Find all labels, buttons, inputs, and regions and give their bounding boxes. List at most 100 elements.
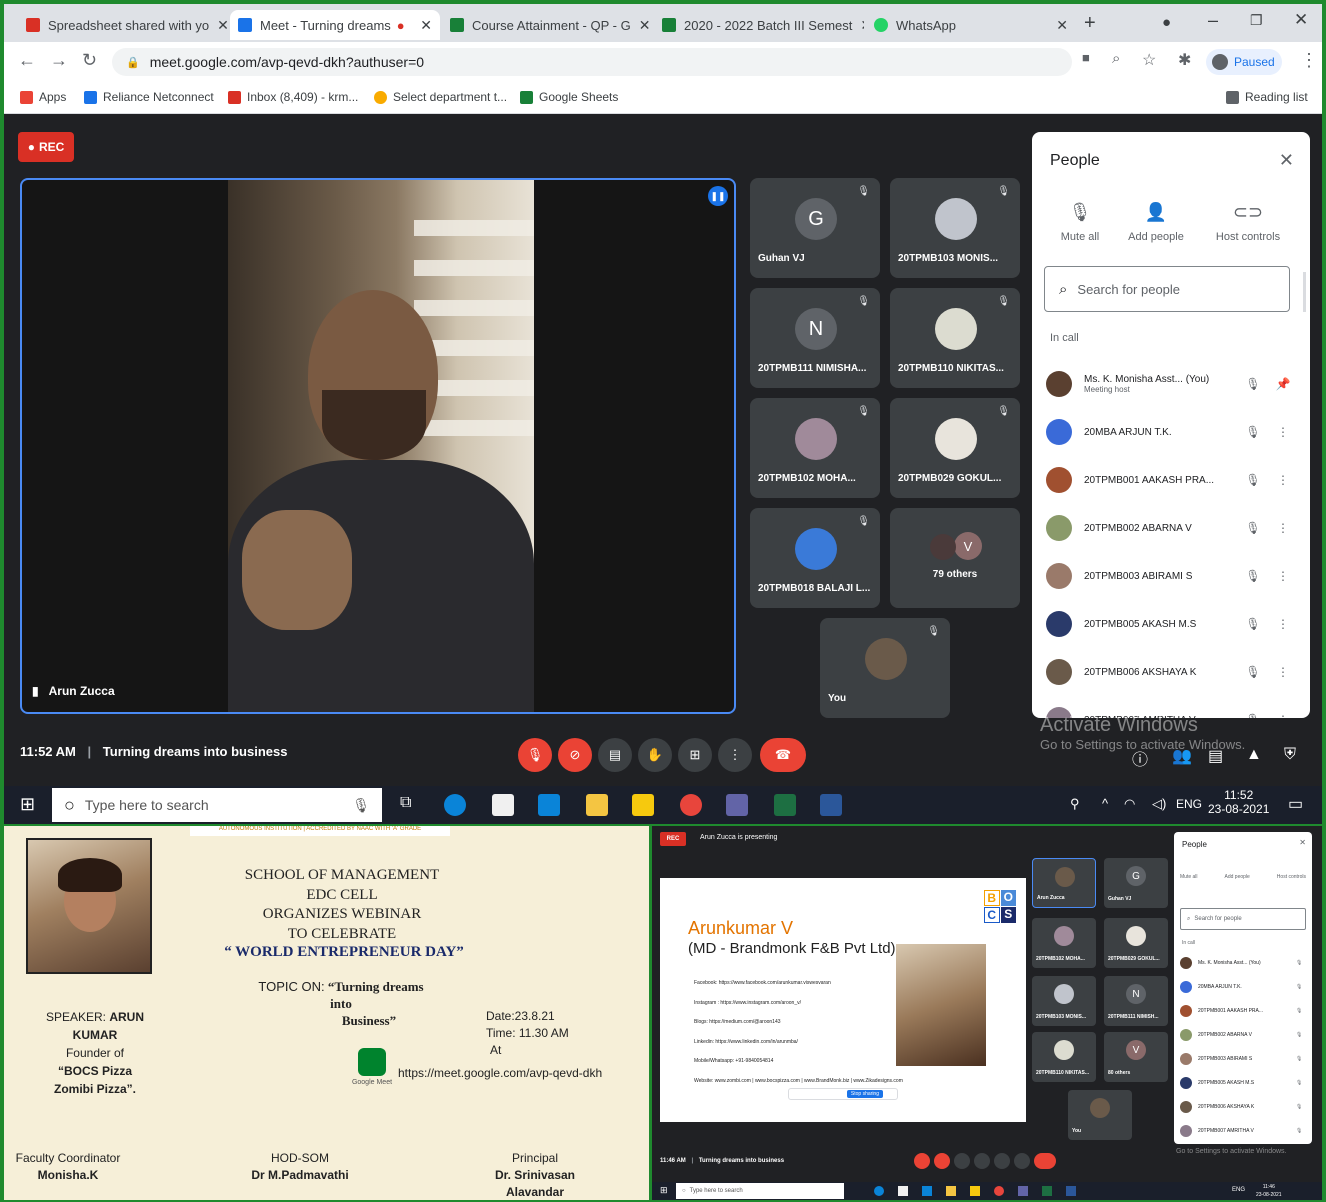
poster-meet-link[interactable]: https://meet.google.com/avp-qevd-dkh [398, 1066, 602, 1080]
tab-course-attainment[interactable]: Course Attainment - QP - G ✕ [442, 10, 652, 40]
participant-tile[interactable]: 🎙 20TPMB029 GOKUL... [890, 398, 1020, 498]
store-icon[interactable] [492, 794, 514, 816]
participant-tile[interactable]: 🎙 20TPMB102 MOHA... [750, 398, 880, 498]
muted-mic-icon[interactable]: 🎙 [1238, 569, 1268, 583]
store-icon[interactable] [898, 1186, 908, 1196]
close-icon[interactable]: ✕ [1299, 838, 1306, 847]
mic-toggle-button[interactable]: 🎙 [518, 738, 552, 772]
shield-icon[interactable]: ⛨ [1284, 746, 1296, 764]
tab-meet[interactable]: Meet - Turning dreams ● ✕ [230, 10, 440, 40]
participant-tile[interactable]: Arun Zucca [1032, 858, 1096, 908]
windows-start-icon[interactable]: ⊞ [660, 1185, 668, 1196]
menu-kebab-icon[interactable]: ⋮ [1300, 50, 1318, 71]
mute-all-button[interactable]: 🎙 Mute all [1040, 202, 1120, 243]
notification-icon[interactable]: ▭ [1288, 794, 1303, 814]
mail-icon[interactable] [538, 794, 560, 816]
hand-icon[interactable] [974, 1153, 990, 1169]
muted-mic-icon[interactable]: 🎙 [1238, 665, 1268, 679]
captions-button[interactable]: ▤ [598, 738, 632, 772]
speaker-video[interactable]: ❚❚ ▮ Arun Zucca [20, 178, 736, 714]
search-people-input[interactable]: ⌕ Search for people [1044, 266, 1290, 312]
taskbar-search-input[interactable]: ○ Type here to search 🎙 [52, 788, 382, 822]
profile-button[interactable]: Paused [1206, 49, 1282, 75]
language-indicator[interactable]: ENG [1176, 797, 1202, 811]
participant-row[interactable]: 20TPMB003 ABIRAMI S 🎙 ⋮ [1046, 554, 1298, 598]
close-icon[interactable]: ✕ [852, 17, 864, 34]
captions-icon[interactable] [954, 1153, 970, 1169]
muted-mic-icon[interactable]: 🎙 [1296, 984, 1308, 990]
participant-tile[interactable]: 🎙 20TPMB103 MONIS... [890, 178, 1020, 278]
chrome-icon[interactable] [680, 794, 702, 816]
mic-off-icon[interactable] [914, 1153, 930, 1169]
extensions-icon[interactable]: ✱ [1178, 50, 1191, 70]
url-input[interactable]: 🔒 meet.google.com/avp-qevd-dkh?authuser=… [112, 48, 1072, 76]
people-tray-icon[interactable]: ⚲ [1070, 796, 1080, 812]
muted-mic-icon[interactable]: 🎙 [1296, 960, 1308, 966]
raise-hand-button[interactable]: ✋ [638, 738, 672, 772]
word-icon[interactable] [820, 794, 842, 816]
close-window-button[interactable]: ✕ [1294, 10, 1308, 30]
camera-off-icon[interactable] [934, 1153, 950, 1169]
wifi-icon[interactable]: ◠ [1124, 796, 1135, 812]
muted-mic-icon[interactable]: 🎙 [1238, 377, 1268, 391]
chevron-up-icon[interactable]: ^ [1102, 796, 1108, 811]
excel-icon[interactable] [774, 794, 796, 816]
participant-tile[interactable]: 🎙 G Guhan VJ [750, 178, 880, 278]
menu-kebab-icon[interactable]: ⋮ [1268, 665, 1298, 679]
menu-kebab-icon[interactable]: ⋮ [1268, 617, 1298, 631]
participant-tile[interactable]: 20TPMB103 MONIS... [1032, 976, 1096, 1026]
star-icon[interactable]: ☆ [1142, 50, 1156, 70]
participant-row[interactable]: 20TPMB002 ABARNA V 🎙 ⋮ [1046, 506, 1298, 550]
edge-icon[interactable] [874, 1186, 884, 1196]
chrome-icon[interactable] [994, 1186, 1004, 1196]
self-tile[interactable]: 🎙 You [820, 618, 950, 718]
muted-mic-icon[interactable]: 🎙 [1238, 473, 1268, 487]
sticky-notes-icon[interactable] [632, 794, 654, 816]
hang-up-icon[interactable] [1034, 1153, 1056, 1169]
close-icon[interactable]: ✕ [412, 17, 432, 34]
taskbar-clock[interactable]: 11:46 23-08-2021 [1256, 1183, 1282, 1199]
muted-mic-icon[interactable]: 🎙 [1296, 1008, 1308, 1014]
muted-mic-icon[interactable]: 🎙 [1296, 1080, 1308, 1086]
participant-row[interactable]: Ms. K. Monisha Asst... (You) 🎙 [1180, 952, 1308, 974]
bookmark-apps[interactable]: Apps [20, 90, 66, 104]
restore-button[interactable]: ❐ [1250, 12, 1263, 29]
menu-kebab-icon[interactable]: ⋮ [1268, 473, 1298, 487]
participant-row[interactable]: 20MBA ARJUN T.K. 🎙 ⋮ [1046, 410, 1298, 454]
muted-mic-icon[interactable]: 🎙 [1296, 1032, 1308, 1038]
taskbar-clock[interactable]: 11:52 23-08-2021 [1208, 788, 1269, 816]
participant-row[interactable]: 20TPMB002 ABARNA V 🎙 [1180, 1024, 1308, 1046]
participant-row[interactable]: 20TPMB001 AAKASH PRA... 🎙 [1180, 1000, 1308, 1022]
menu-kebab-icon[interactable] [1014, 1153, 1030, 1169]
participant-row[interactable]: 20TPMB005 AKASH M.S 🎙 ⋮ [1046, 602, 1298, 646]
excel-icon[interactable] [1042, 1186, 1052, 1196]
forward-icon[interactable]: → [50, 50, 68, 71]
muted-mic-icon[interactable]: 🎙 [1296, 1128, 1308, 1134]
leave-call-button[interactable]: ☎ [760, 738, 806, 772]
close-icon[interactable]: ✕ [1279, 150, 1294, 171]
participant-tile[interactable]: 🎙 20TPMB110 NIKITAS... [890, 288, 1020, 388]
reading-list-button[interactable]: Reading list [1226, 90, 1308, 104]
participant-row[interactable]: 20TPMB006 AKSHAYA K 🎙 ⋮ [1046, 650, 1298, 694]
people-icon[interactable]: 👥 [1172, 746, 1192, 766]
chat-icon[interactable]: ▤ [1208, 746, 1223, 766]
bookmark-google-sheets[interactable]: Google Sheets [520, 90, 618, 104]
participant-tile[interactable]: 🎙 20TPMB018 BALAJI L... [750, 508, 880, 608]
menu-kebab-icon[interactable]: ⋮ [1268, 713, 1298, 718]
others-tile[interactable]: V 79 others [890, 508, 1020, 608]
new-tab-button[interactable]: + [1084, 12, 1096, 35]
self-tile[interactable]: You [1068, 1090, 1132, 1140]
info-icon[interactable]: ⓘ [1132, 746, 1148, 770]
tab-spreadsheet-gmail[interactable]: Spreadsheet shared with yo ✕ [18, 10, 228, 40]
back-icon[interactable]: ← [18, 50, 36, 71]
present-button[interactable]: ⊞ [678, 738, 712, 772]
more-options-button[interactable]: ⋮ [718, 738, 752, 772]
minimize-button[interactable]: – [1208, 10, 1218, 31]
language-indicator[interactable]: ENG [1232, 1187, 1245, 1193]
present-icon[interactable] [994, 1153, 1010, 1169]
menu-kebab-icon[interactable]: ⋮ [1268, 425, 1298, 439]
tab-whatsapp[interactable]: WhatsApp ✕ [866, 10, 1076, 40]
sticky-notes-icon[interactable] [970, 1186, 980, 1196]
camera-toggle-button[interactable]: ⊘ [558, 738, 592, 772]
reload-icon[interactable]: ↻ [82, 50, 97, 71]
